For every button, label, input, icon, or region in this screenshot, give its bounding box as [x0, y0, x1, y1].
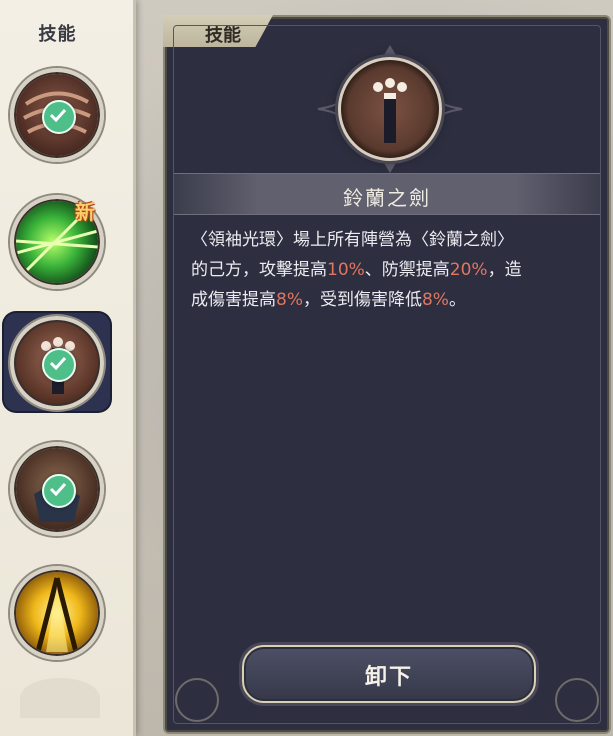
defense-bonus-value: 20%: [449, 260, 488, 280]
attack-bonus-value: 10%: [327, 260, 365, 280]
skill-slot-partial: [20, 678, 100, 718]
damage-taken-value: 8%: [421, 290, 449, 310]
corner-ornament-icon: [175, 678, 219, 722]
skill-slot-1[interactable]: [10, 68, 104, 162]
skill-name: 鈴蘭之劍: [343, 186, 431, 210]
skill-name-bar: 鈴蘭之劍: [173, 173, 601, 215]
description-line-3: 成傷害提高8%，受到傷害降低8%。: [191, 290, 466, 310]
check-icon: [42, 474, 76, 508]
unequip-button[interactable]: 卸下: [242, 645, 536, 703]
damage-bonus-value: 8%: [276, 290, 303, 310]
corner-ornament-icon: [555, 678, 599, 722]
check-icon: [42, 100, 76, 134]
skill-slot-3[interactable]: [10, 316, 104, 410]
skill-slot-4[interactable]: [10, 442, 104, 536]
check-icon: [42, 348, 76, 382]
skill-emblem: [317, 45, 463, 173]
panel-tab-label: 技能: [205, 25, 241, 46]
skill-slot-5[interactable]: [10, 566, 104, 660]
unequip-button-label: 卸下: [364, 665, 413, 690]
description-line-2: 的己方，攻擊提高10%、防禦提高20%，造: [191, 260, 522, 280]
sword-banner-icon: [373, 78, 407, 143]
new-badge: 新: [75, 200, 95, 224]
skill-description: 〈領袖光環〉場上所有陣營為〈鈴蘭之劍〉 的己方，攻擊提高10%、防禦提高20%，…: [191, 225, 591, 315]
skill-sidebar: 技能 新: [0, 0, 136, 736]
sidebar-title: 技能: [38, 24, 77, 45]
description-line-1: 〈領袖光環〉場上所有陣營為〈鈴蘭之劍〉: [191, 230, 514, 250]
skill-detail-panel: 技能 鈴蘭之劍 〈領袖光環〉場上所有陣營為〈鈴蘭之劍〉 的己方，攻擊提高10%、…: [163, 15, 611, 734]
